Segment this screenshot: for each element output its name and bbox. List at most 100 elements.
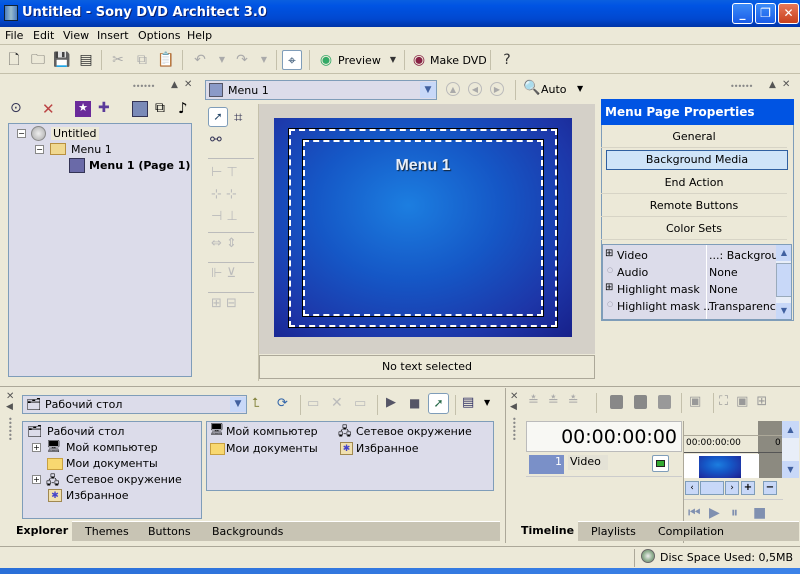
- panel-close-icon[interactable]: ✕: [510, 391, 518, 402]
- target-icon[interactable]: ⊙: [10, 100, 22, 116]
- undo-icon[interactable]: ↶: [190, 50, 210, 70]
- next-icon[interactable]: ▶: [490, 82, 504, 96]
- panel-grip[interactable]: ••••••: [512, 416, 517, 444]
- file-item[interactable]: Сетевое окружение: [356, 425, 472, 438]
- menu-title-text[interactable]: Menu 1: [274, 157, 572, 175]
- panel-collapse-icon[interactable]: ◀: [510, 402, 517, 412]
- auto-preview-icon[interactable]: ➚: [428, 393, 449, 414]
- undo-dropdown-icon[interactable]: ▼: [212, 50, 232, 70]
- properties-icon[interactable]: ▤: [76, 50, 96, 70]
- save-icon[interactable]: 💾: [52, 50, 72, 70]
- tab-compilation[interactable]: Compilation: [658, 525, 724, 538]
- insert-music-icon[interactable]: ♪: [178, 99, 188, 117]
- pause-icon[interactable]: ⏸: [731, 505, 738, 521]
- media-icon[interactable]: ▣: [689, 394, 701, 409]
- link-tool-icon[interactable]: ⚯: [210, 132, 222, 148]
- menu-file[interactable]: File: [5, 29, 23, 42]
- up-icon[interactable]: ▲: [446, 82, 460, 96]
- scroll-up-icon[interactable]: ▲: [782, 421, 799, 438]
- tab-timeline[interactable]: Timeline: [506, 521, 578, 541]
- location-select[interactable]: 🗂 Рабочий стол ▼: [22, 395, 247, 414]
- zoom-dropdown-icon[interactable]: ▼: [577, 84, 583, 93]
- timeline-hscroll-thumb[interactable]: [700, 481, 724, 495]
- clip-thumbnail[interactable]: [699, 456, 741, 478]
- property-row[interactable]: ○ Audio None: [603, 264, 775, 281]
- insert-picture-icon[interactable]: ⧉: [155, 100, 165, 116]
- zoom-out-icon[interactable]: −: [763, 481, 777, 495]
- chevron-down-icon[interactable]: ▼: [420, 82, 436, 98]
- tree-root[interactable]: Untitled: [51, 127, 99, 140]
- panel-collapse-icon[interactable]: ▲: [769, 80, 776, 90]
- panel-grip[interactable]: ••••••: [8, 416, 13, 444]
- selection-tool-icon[interactable]: ⌖: [282, 50, 302, 70]
- timeline-vscroll[interactable]: ▲ ▼: [782, 421, 799, 478]
- add-icon[interactable]: [658, 395, 671, 409]
- restore-button[interactable]: ❐: [755, 3, 776, 24]
- make-dvd-button[interactable]: Make DVD: [430, 54, 487, 67]
- scroll-down-icon[interactable]: ▼: [782, 461, 799, 478]
- tab-themes[interactable]: Themes: [85, 525, 129, 538]
- insert-buttons-icon[interactable]: [132, 101, 148, 117]
- delete-icon[interactable]: ✕: [331, 395, 343, 411]
- stop-icon[interactable]: ■: [753, 505, 766, 521]
- zoom-icon[interactable]: 🔍: [523, 80, 540, 96]
- play-from-start-icon[interactable]: ⏮: [688, 505, 701, 521]
- file-item[interactable]: Мой компьютер: [226, 425, 318, 438]
- panel-grip[interactable]: ••••••: [730, 82, 753, 91]
- copy-icon[interactable]: ⧉: [132, 50, 152, 70]
- tree-item[interactable]: Рабочий стол: [47, 425, 124, 438]
- preview-button[interactable]: Preview: [338, 54, 381, 67]
- prev-icon[interactable]: ◀: [468, 82, 482, 96]
- space-tools[interactable]: ⊩ ⊻: [211, 266, 236, 281]
- views-icon[interactable]: ▤: [462, 395, 474, 410]
- preview-icon[interactable]: ◉: [316, 50, 336, 70]
- panel-close-icon[interactable]: ✕: [782, 79, 790, 90]
- collapse-icon[interactable]: −: [17, 129, 26, 138]
- cut-icon[interactable]: ✂: [108, 50, 128, 70]
- tab-buttons[interactable]: Buttons: [148, 525, 191, 538]
- redo-dropdown-icon[interactable]: ▼: [254, 50, 274, 70]
- make-dvd-icon[interactable]: ◉: [409, 50, 429, 70]
- panel-collapse-icon[interactable]: ▲: [171, 80, 178, 90]
- tab-backgrounds[interactable]: Backgrounds: [212, 525, 283, 538]
- chapter-tools[interactable]: ⛶▣⊞: [719, 394, 775, 409]
- property-row[interactable]: ⊞ Highlight mask None: [603, 281, 775, 298]
- insert-menu-icon[interactable]: ★: [75, 101, 91, 117]
- prop-general-button[interactable]: General: [601, 126, 787, 148]
- prop-remote-buttons-button[interactable]: Remote Buttons: [601, 195, 787, 217]
- panel-grip[interactable]: ••••••: [132, 82, 155, 91]
- scroll-down-icon[interactable]: ▼: [776, 303, 791, 319]
- menu-help[interactable]: Help: [187, 29, 212, 42]
- prop-background-media-button[interactable]: Background Media: [606, 150, 788, 170]
- menu-view[interactable]: View: [63, 29, 89, 42]
- export-icon[interactable]: [634, 395, 647, 409]
- new-icon[interactable]: 🗋: [4, 50, 24, 70]
- tree-menu[interactable]: Menu 1: [71, 143, 112, 156]
- video-clip-lane[interactable]: [684, 454, 759, 478]
- context-help-icon[interactable]: ?: [497, 50, 517, 70]
- scroll-up-icon[interactable]: ▲: [776, 245, 791, 261]
- expand-icon[interactable]: ⊞: [605, 282, 613, 293]
- new-folder-icon[interactable]: ▭: [307, 396, 319, 411]
- zoom-in-icon[interactable]: +: [741, 481, 755, 495]
- menu-select[interactable]: Menu 1 ▼: [205, 80, 437, 100]
- scroll-right-icon[interactable]: ›: [725, 481, 739, 495]
- chevron-down-icon[interactable]: ▼: [230, 397, 246, 412]
- panel-close-icon[interactable]: ✕: [6, 391, 14, 402]
- up-folder-icon[interactable]: ⮤: [252, 396, 260, 411]
- select-tool-icon[interactable]: ➚: [208, 107, 228, 127]
- tab-explorer[interactable]: Explorer: [0, 521, 72, 541]
- play-icon[interactable]: ▶: [709, 505, 720, 521]
- center-tools[interactable]: ⊞ ⊟: [211, 296, 237, 311]
- close-button[interactable]: ✕: [778, 3, 799, 24]
- import-icon[interactable]: [610, 395, 623, 409]
- zoom-select[interactable]: Auto: [541, 83, 567, 96]
- open-icon[interactable]: 🗀: [28, 50, 48, 70]
- track-button[interactable]: [652, 455, 669, 472]
- property-value[interactable]: ...: Backgrour: [709, 249, 783, 262]
- stop-icon[interactable]: ■: [409, 396, 420, 410]
- panel-close-icon[interactable]: ✕: [184, 79, 192, 90]
- grid-tool-icon[interactable]: ⌗: [234, 108, 242, 126]
- panel-collapse-icon[interactable]: ◀: [6, 402, 13, 412]
- file-item[interactable]: Избранное: [356, 442, 418, 455]
